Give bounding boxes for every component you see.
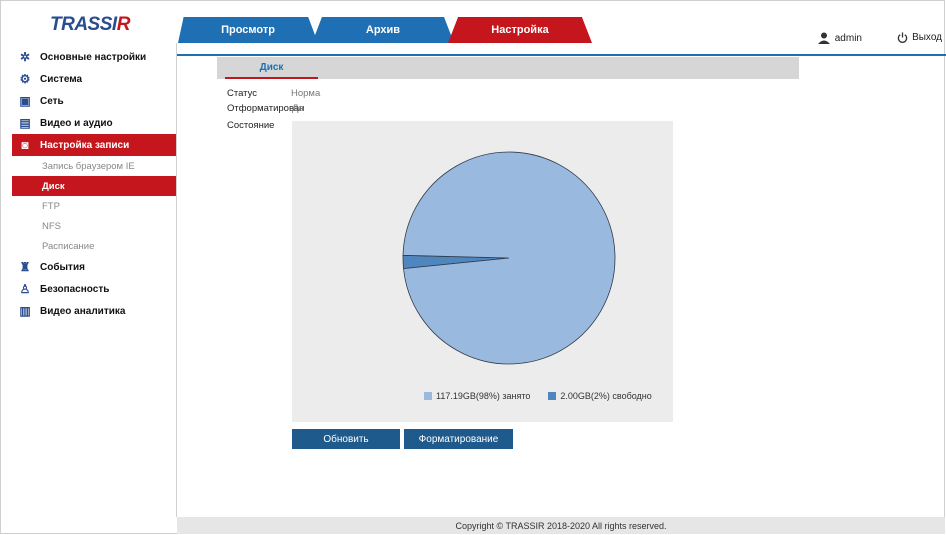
sidebar-item-recording-settings[interactable]: ◙ Настройка записи [12,134,176,156]
sidebar-subitem-disk[interactable]: Диск [12,176,176,196]
sidebar-item-security[interactable]: ♙ Безопасность [12,278,176,300]
formatted-value: Да [292,103,304,114]
sidebar-subitem-ie-recording[interactable]: Запись браузером IE [12,156,176,176]
status-label: Статус [227,88,258,99]
sidebar-item-video-analytics[interactable]: ▥ Видео аналитика [12,300,176,322]
chart-legend: 117.19GB(98%) занято 2.00GB(2%) свободно [424,391,652,401]
tab-settings[interactable]: Настройка [448,17,592,43]
gears-icon: ⚙ [19,72,31,86]
sidebar-subitem-ftp[interactable]: FTP [12,196,176,216]
tab-archive[interactable]: Архив [312,17,454,43]
user-menu[interactable]: admin [817,32,862,44]
user-security-icon: ♙ [19,282,31,296]
status-value: Норма [291,88,321,99]
legend-item-used: 117.19GB(98%) занято [424,391,530,401]
user-icon [817,32,830,44]
tab-view[interactable]: Просмотр [178,17,318,43]
sidebar-item-video-audio[interactable]: ▤ Видео и аудио [12,112,176,134]
sidebar-item-network[interactable]: ▣ Сеть [12,90,176,112]
logout-label: Выход [912,32,942,43]
power-icon [897,32,908,43]
sidebar-item-system[interactable]: ⚙ Система [12,68,176,90]
gear-icon: ✲ [19,50,31,64]
refresh-button[interactable]: Обновить [292,429,400,449]
sidebar-divider [176,43,177,517]
sidebar-item-basic-settings[interactable]: ✲ Основные настройки [12,46,176,68]
sidebar-subitem-schedule[interactable]: Расписание [12,236,176,256]
nav-underline [176,54,946,56]
legend-swatch-free [548,392,557,400]
state-label: Состояние [227,120,275,131]
format-button[interactable]: Форматирование [404,429,513,449]
logout-button[interactable]: Выход [897,32,942,43]
analytics-icon: ▥ [19,304,31,318]
subtab-bar: Диск [217,57,799,79]
sidebar-item-events[interactable]: ♜ События [12,256,176,278]
user-name: admin [834,32,862,44]
disk-usage-chart [292,121,673,422]
footer-copyright: Copyright © TRASSIR 2018-2020 All rights… [177,517,945,534]
sidebar-subitem-nfs[interactable]: NFS [12,216,176,236]
event-icon: ♜ [19,260,31,274]
legend-swatch-used [424,392,432,400]
top-navigation: Просмотр Архив Настройка admin Выход [176,13,946,56]
trassir-logo: TRASSIR [50,14,130,35]
pie-chart [402,151,616,365]
network-icon: ▣ [19,94,31,108]
clapper-icon: ▤ [19,116,31,130]
tab-disk[interactable]: Диск [225,57,318,79]
record-icon: ◙ [21,138,29,152]
sidebar: ✲ Основные настройки ⚙ Система ▣ Сеть ▤ … [12,46,176,322]
legend-item-free: 2.00GB(2%) свободно [548,391,652,401]
